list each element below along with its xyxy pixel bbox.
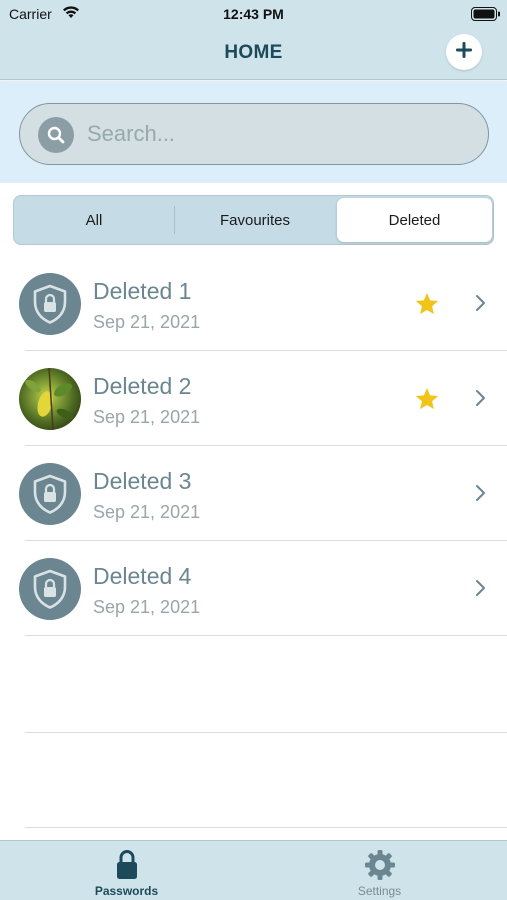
- empty-row-divider: [25, 732, 507, 733]
- add-button[interactable]: [446, 34, 482, 70]
- item-title: Deleted 1: [93, 278, 192, 304]
- shield-lock-icon: [19, 463, 81, 525]
- chevron-right-icon: [474, 389, 486, 412]
- segment-favourites[interactable]: Favourites: [175, 198, 335, 242]
- search-area: [0, 81, 507, 183]
- status-time: 12:43 PM: [223, 6, 284, 22]
- home-screen: Carrier 12:43 PM HOME Search... All Favo…: [0, 0, 507, 900]
- password-list: Deleted 1 Sep 21, 2021 Deleted 2 Sep 21,…: [0, 256, 507, 636]
- chevron-right-icon: [474, 579, 486, 602]
- list-item[interactable]: Deleted 2 Sep 21, 2021: [0, 351, 507, 446]
- page-title: HOME: [224, 42, 283, 63]
- item-date: Sep 21, 2021: [93, 312, 201, 332]
- chevron-right-icon: [474, 294, 486, 317]
- tab-settings-label: Settings: [357, 884, 402, 898]
- plus-icon: [454, 40, 474, 65]
- chevron-right-icon: [474, 484, 486, 507]
- lock-icon: [0, 849, 253, 881]
- empty-row-divider: [25, 827, 507, 828]
- item-title: Deleted 3: [93, 468, 192, 494]
- search-icon: [38, 117, 74, 153]
- search-bar[interactable]: [19, 103, 489, 165]
- shield-lock-icon: [19, 558, 81, 620]
- list-item[interactable]: Deleted 3 Sep 21, 2021: [0, 446, 507, 541]
- tab-bar: Passwords Settings: [0, 840, 507, 900]
- item-title: Deleted 4: [93, 563, 192, 589]
- gear-icon: [253, 849, 506, 881]
- search-input[interactable]: [87, 104, 467, 164]
- tab-passwords-label: Passwords: [94, 884, 159, 898]
- list-item[interactable]: Deleted 4 Sep 21, 2021: [0, 541, 507, 636]
- segment-all[interactable]: All: [14, 198, 174, 242]
- tab-passwords[interactable]: Passwords: [0, 841, 253, 900]
- segment-deleted[interactable]: Deleted: [337, 198, 492, 242]
- star-icon[interactable]: [414, 291, 440, 322]
- filter-segmented-control: All Favourites Deleted: [13, 195, 494, 245]
- item-title: Deleted 2: [93, 373, 192, 399]
- list-item[interactable]: Deleted 1 Sep 21, 2021: [0, 256, 507, 351]
- item-date: Sep 21, 2021: [93, 597, 201, 617]
- tab-settings[interactable]: Settings: [253, 841, 506, 900]
- item-date: Sep 21, 2021: [93, 407, 201, 427]
- shield-lock-icon: [19, 273, 81, 335]
- row-divider: [25, 635, 507, 636]
- item-date: Sep 21, 2021: [93, 502, 201, 522]
- item-photo-avatar: [19, 368, 81, 430]
- navigation-header: Carrier 12:43 PM HOME: [0, 0, 507, 80]
- battery-icon: [471, 7, 501, 26]
- star-icon[interactable]: [414, 386, 440, 417]
